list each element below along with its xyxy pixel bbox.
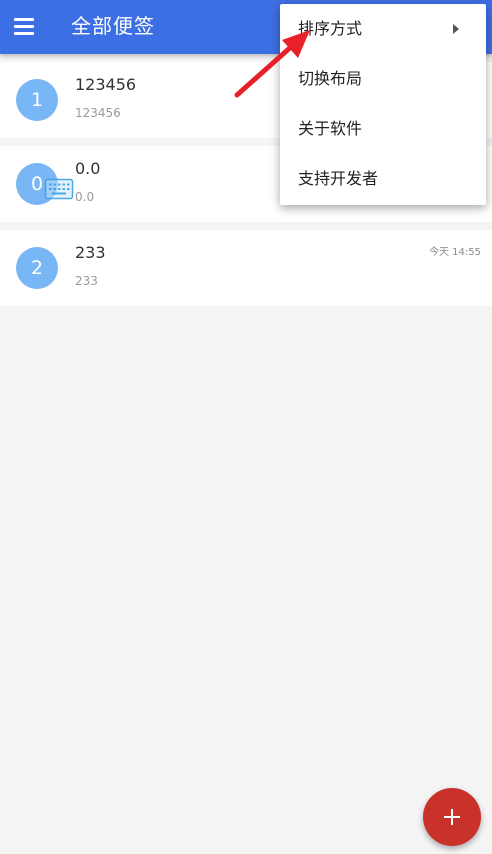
add-note-button[interactable] [423, 788, 481, 846]
note-preview: 233 [75, 274, 98, 288]
note-title: 0.0 [75, 159, 101, 178]
menu-item-label: 支持开发者 [298, 169, 379, 188]
menu-item-support-developer[interactable]: 支持开发者 [280, 154, 486, 204]
note-title: 123456 [75, 75, 137, 94]
page-title: 全部便签 [71, 14, 155, 38]
keyboard-icon [44, 178, 74, 200]
note-item[interactable]: 2 233 233 今天 14:55 [0, 230, 492, 306]
red-arrow-icon [234, 30, 310, 98]
hamburger-menu-icon[interactable] [10, 12, 40, 42]
note-timestamp: 今天 14:55 [429, 247, 481, 258]
note-title: 233 [75, 243, 106, 262]
note-preview: 123456 [75, 106, 121, 120]
note-avatar: 1 [16, 79, 58, 121]
app-screen: 全部便签 1 123456 123456 0 0.0 0.0 2 233 233… [0, 0, 492, 854]
menu-item-about[interactable]: 关于软件 [280, 104, 486, 154]
note-avatar: 2 [16, 247, 58, 289]
triangle-right-icon [453, 24, 459, 34]
note-preview: 0.0 [75, 190, 95, 204]
menu-item-label: 关于软件 [298, 119, 363, 138]
